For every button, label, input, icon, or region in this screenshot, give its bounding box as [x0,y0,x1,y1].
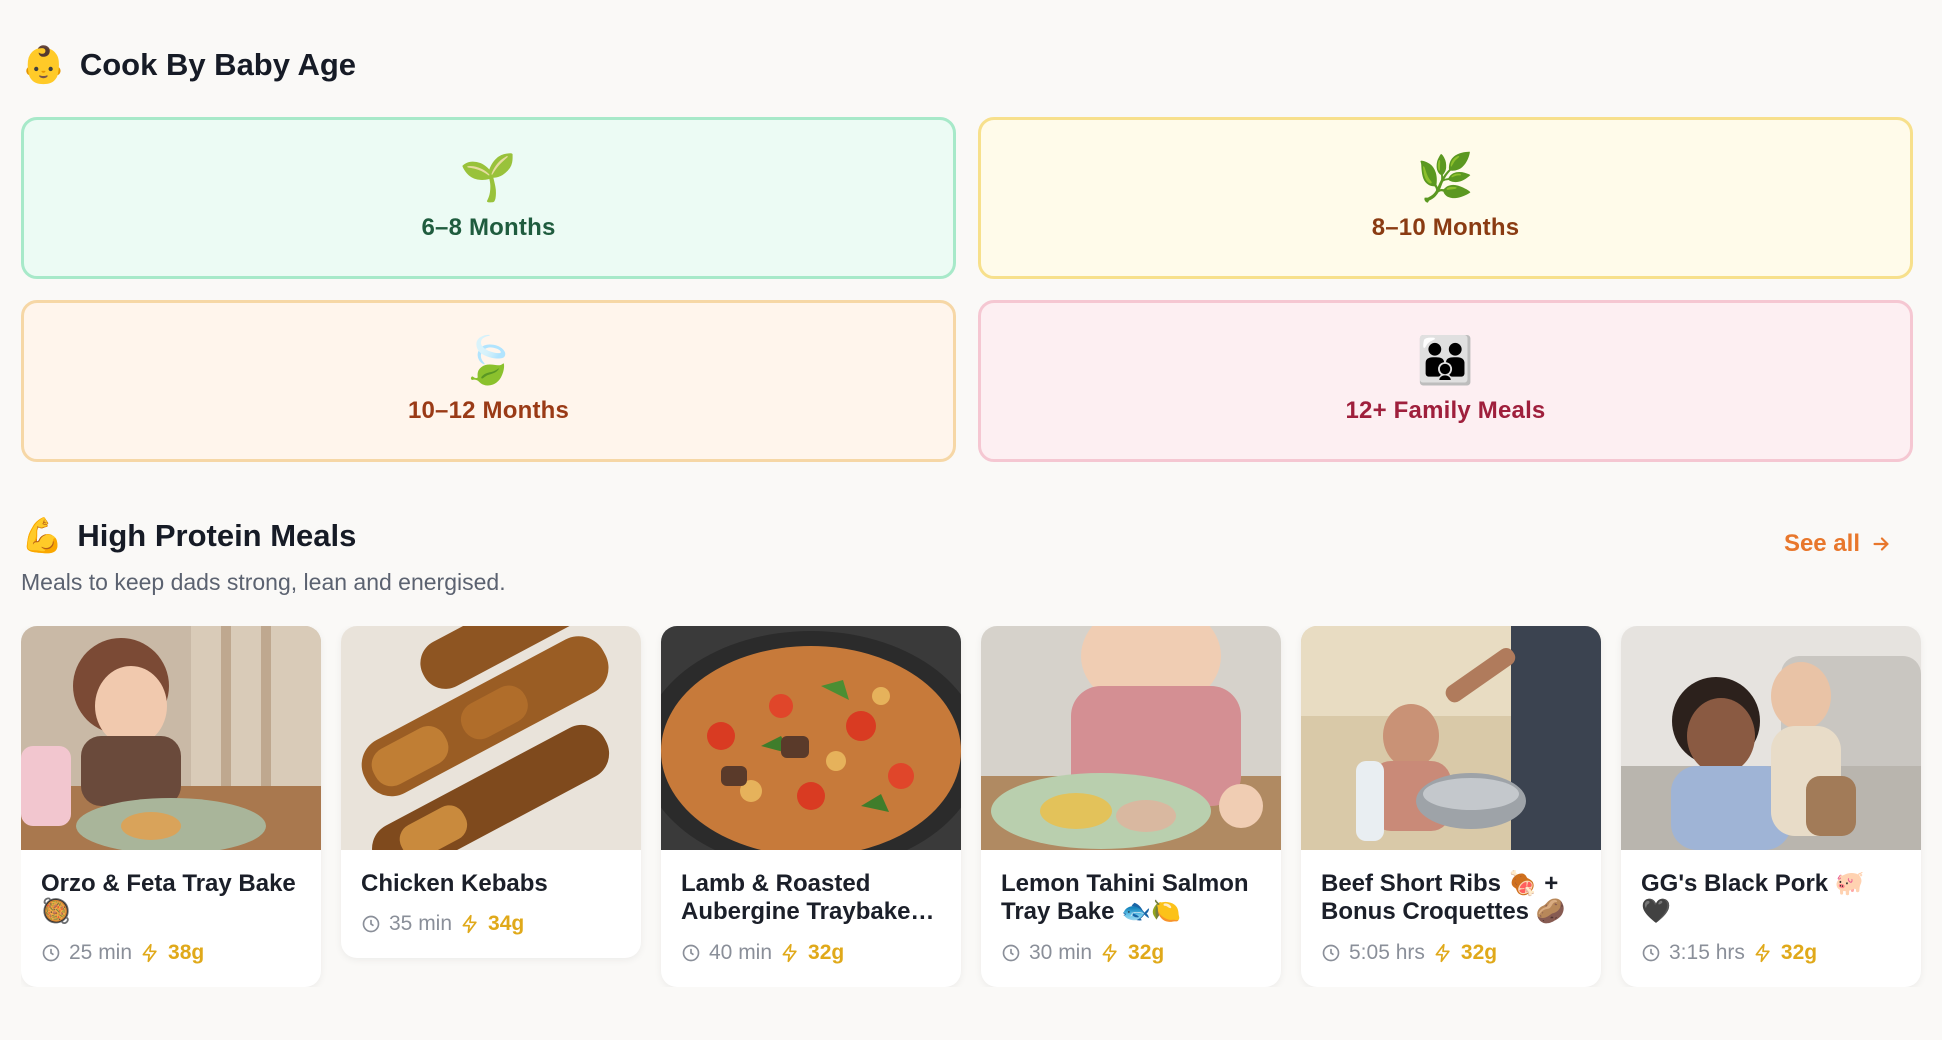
meal-photo [21,626,321,850]
age-grid: 🌱 6–8 Months 🌿 8–10 Months 🍃 10–12 Month… [21,117,1914,462]
meal-time: 30 min [1029,940,1093,964]
age-card-label: 8–10 Months [1371,214,1520,241]
meal-photo [981,626,1281,850]
meal-card[interactable]: GG's Black Pork 🐖 🖤 3:15 hrs 32g [1621,626,1921,987]
meal-title: Beef Short Ribs 🍖 + Bonus Croquettes 🥔 [1321,870,1566,926]
herb-icon: 🌿 [1416,150,1475,204]
meal-meta: 40 min 32g [681,941,941,965]
age-card-12-plus-family-meals[interactable]: 👪 12+ Family Meals [978,300,1913,462]
family-icon: 👪 [1416,333,1475,387]
clock-icon [682,944,700,961]
protein-section-title-text: High Protein Meals [77,518,357,553]
meal-photo [341,626,641,850]
baby-face-icon: 👶 [21,45,66,86]
meal-title: Chicken Kebabs [361,870,548,897]
meal-title: GG's Black Pork 🐖 🖤 [1641,870,1865,926]
lightning-icon [1755,943,1770,962]
meal-time: 40 min [709,940,773,964]
meal-protein: 38g [168,940,205,964]
meal-card[interactable]: Lamb & Roasted Aubergine Traybake with C… [661,626,961,987]
meal-card[interactable]: Beef Short Ribs 🍖 + Bonus Croquettes 🥔 5… [1301,626,1601,987]
clock-icon [1002,944,1020,961]
clock-icon [362,915,380,933]
meal-protein: 32g [1128,940,1165,964]
meal-protein: 34g [488,912,525,936]
age-card-label: 10–12 Months [407,397,570,424]
protein-section-title: 💪 High Protein Meals [21,516,356,556]
lightning-icon [1102,943,1117,962]
lightning-icon [1435,943,1450,962]
age-section-title-text: Cook By Baby Age [79,47,357,82]
lightning-icon [782,943,797,962]
age-card-label: 12+ Family Meals [1345,397,1546,424]
meal-photo [661,626,961,850]
meal-title: Lemon Tahini Salmon Tray Bake 🐟🍋 [1001,870,1249,926]
meal-time: 25 min [69,940,133,964]
age-card-6-8-months[interactable]: 🌱 6–8 Months [21,117,956,279]
meal-carousel: Orzo & Feta Tray Bake 🥘 25 min 38g Chick… [21,626,1942,987]
meal-meta: 35 min 34g [361,912,621,936]
meal-time: 5:05 hrs [1349,940,1425,964]
age-card-10-12-months[interactable]: 🍃 10–12 Months [21,300,956,462]
clock-icon [1322,944,1340,961]
age-card-8-10-months[interactable]: 🌿 8–10 Months [978,117,1913,279]
meal-card[interactable]: Chicken Kebabs 35 min 34g [341,626,641,959]
arrow-right-icon [1873,537,1889,551]
age-card-label: 6–8 Months [421,214,556,241]
meal-title: Lamb & Roasted Aubergine Traybake with C… [681,870,911,926]
flexed-biceps-icon: 💪 [21,516,64,556]
meal-time: 35 min [389,912,453,936]
meal-meta: 5:05 hrs 32g [1321,941,1581,965]
meal-protein: 32g [1780,940,1818,964]
meal-card[interactable]: Orzo & Feta Tray Bake 🥘 25 min 38g [21,626,321,987]
clock-icon [42,944,60,961]
protein-section-subtitle: Meals to keep dads strong, lean and ener… [21,569,506,595]
leaves-icon: 🍃 [459,333,518,387]
meal-photo [1621,626,1921,850]
meal-title: Orzo & Feta Tray Bake 🥘 [41,870,296,926]
meal-photo [1301,626,1601,850]
meal-meta: 25 min 38g [41,941,301,965]
meal-meta: 3:15 hrs 32g [1641,941,1901,965]
meal-meta: 30 min 32g [1001,941,1261,965]
meal-time: 3:15 hrs [1669,940,1745,964]
clock-icon [1642,944,1660,961]
see-all-link[interactable]: See all [1784,530,1892,558]
meal-protein: 32g [1460,940,1498,964]
meal-protein: 32g [808,940,845,964]
seedling-icon: 🌱 [459,150,518,204]
lightning-icon [142,943,157,962]
lightning-icon [462,915,477,934]
meal-card[interactable]: Lemon Tahini Salmon Tray Bake 🐟🍋 30 min … [981,626,1281,987]
see-all-label: See all [1783,530,1860,557]
age-section-title: 👶 Cook By Baby Age [21,44,356,86]
